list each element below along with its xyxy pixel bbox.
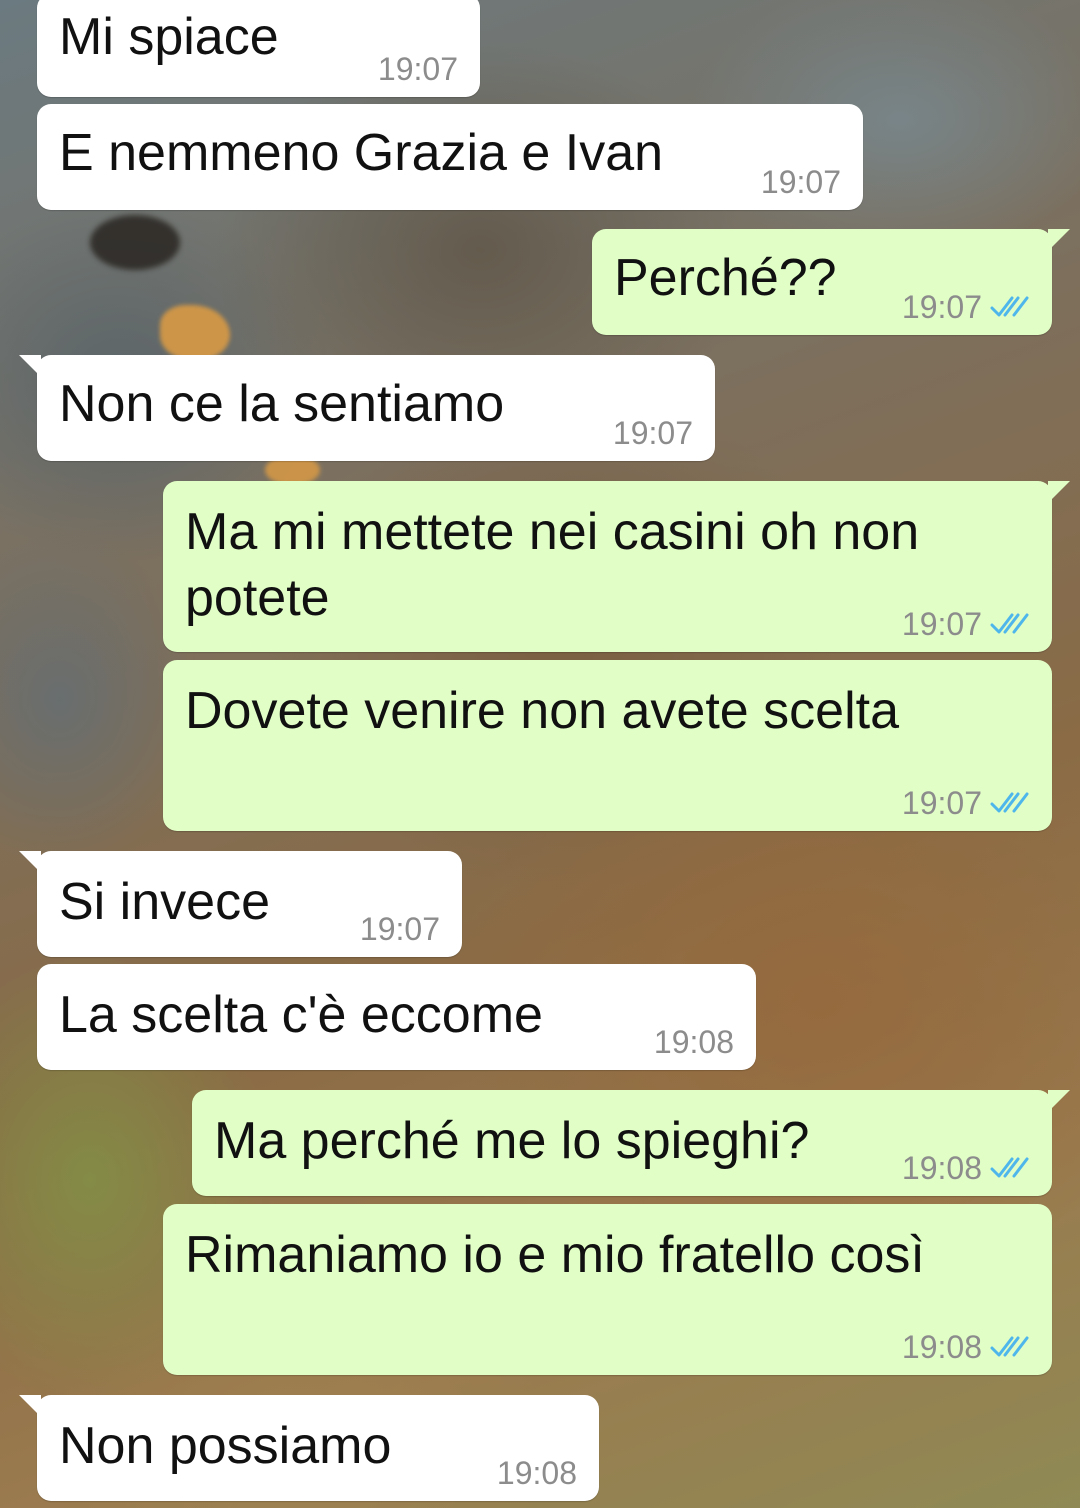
message-meta: 19:07 (902, 606, 1030, 642)
message-text: Ma mi mettete nei casini oh non potete (185, 503, 934, 627)
message-meta: 19:08 (654, 1024, 734, 1060)
message-time: 19:08 (901, 1150, 982, 1186)
message-time: 19:07 (612, 415, 693, 451)
outgoing-message[interactable]: Rimaniamo io e mio fratello così 19:08 (163, 1204, 1052, 1375)
message-text: Non possiamo (59, 1417, 392, 1475)
message-time: 19:08 (901, 1329, 982, 1365)
outgoing-message[interactable]: Perché?? 19:07 (592, 229, 1070, 335)
message-time: 19:07 (377, 51, 458, 87)
incoming-message[interactable]: Mi spiace 19:07 (37, 0, 480, 97)
message-meta: 19:07 (378, 51, 458, 87)
outgoing-message[interactable]: Ma perché me lo spieghi? 19:08 (192, 1090, 1070, 1196)
double-check-icon (990, 613, 1029, 634)
message-text: La scelta c'è eccome (59, 986, 543, 1044)
message-time: 19:07 (901, 289, 982, 325)
message-meta: 19:07 (902, 785, 1030, 821)
message-meta: 19:07 (613, 415, 693, 451)
double-check-icon (990, 1336, 1029, 1357)
incoming-message[interactable]: Si invece 19:07 (19, 851, 462, 957)
message-text: Dovete venire non avete scelta (185, 682, 899, 740)
double-check-icon (990, 296, 1029, 317)
message-text: Perché?? (614, 249, 837, 307)
message-text: Ma perché me lo spieghi? (214, 1112, 810, 1170)
message-text: E nemmeno Grazia e Ivan (59, 124, 664, 182)
outgoing-message[interactable]: Ma mi mettete nei casini oh non potete 1… (163, 481, 1070, 652)
outgoing-message[interactable]: Dovete venire non avete scelta 19:07 (163, 660, 1052, 831)
message-meta: 19:07 (761, 164, 841, 200)
incoming-message[interactable]: Non possiamo 19:08 (19, 1395, 599, 1501)
wallpaper-detail (90, 215, 180, 270)
double-check-icon (990, 792, 1029, 813)
message-time: 19:08 (496, 1455, 577, 1491)
message-time: 19:07 (359, 911, 440, 947)
message-time: 19:07 (901, 785, 982, 821)
message-meta: 19:07 (360, 911, 440, 947)
message-meta: 19:08 (497, 1455, 577, 1491)
message-time: 19:07 (760, 164, 841, 200)
message-time: 19:07 (901, 606, 982, 642)
message-text: Mi spiace (59, 8, 279, 66)
message-meta: 19:08 (902, 1150, 1030, 1186)
message-time: 19:08 (653, 1024, 734, 1060)
message-text: Si invece (59, 873, 270, 931)
message-text: Non ce la sentiamo (59, 375, 505, 433)
message-meta: 19:08 (902, 1329, 1030, 1365)
double-check-icon (990, 1157, 1029, 1178)
message-text: Rimaniamo io e mio fratello così (185, 1226, 925, 1284)
incoming-message[interactable]: Non ce la sentiamo 19:07 (19, 355, 715, 461)
message-meta: 19:07 (902, 289, 1030, 325)
incoming-message[interactable]: La scelta c'è eccome 19:08 (37, 964, 756, 1070)
incoming-message[interactable]: E nemmeno Grazia e Ivan 19:07 (37, 104, 863, 210)
